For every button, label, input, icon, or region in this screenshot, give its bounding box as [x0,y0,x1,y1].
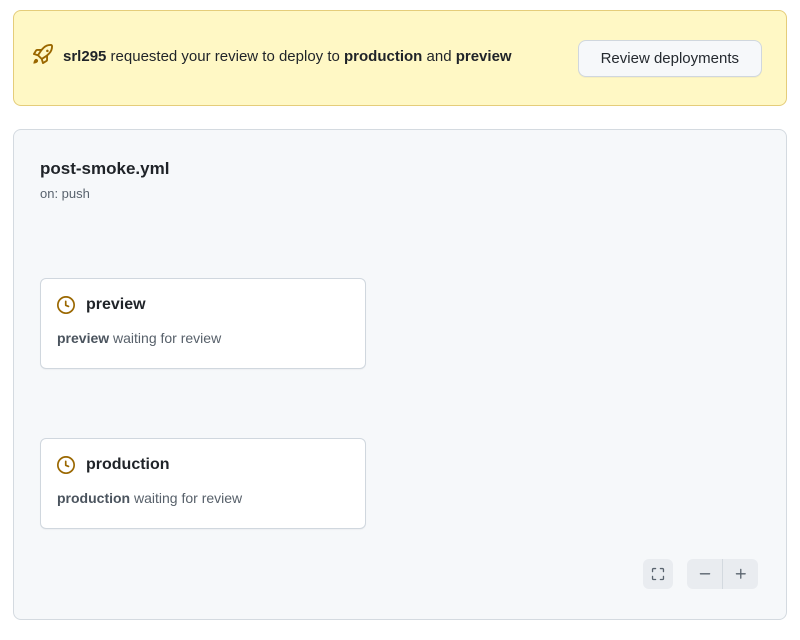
workflow-file-name: post-smoke.yml [40,158,169,180]
clock-icon [57,456,75,474]
job-title-row: production [57,454,349,476]
screen-full-icon [651,567,665,581]
banner-text-mid: requested your review to deploy to [106,48,344,65]
job-status-rest: waiting for review [109,330,221,346]
job-name: production [86,456,170,474]
zoom-button-group [687,559,758,589]
job-card-production[interactable]: production production waiting for review [40,438,366,529]
job-name: preview [86,296,146,314]
workflow-trigger: on: push [40,185,169,203]
env-name-preview: preview [456,48,512,65]
zoom-in-button[interactable] [723,559,758,589]
plus-icon [734,567,748,581]
fit-to-window-button[interactable] [643,559,673,589]
job-status-text: production waiting for review [57,489,349,507]
job-status-env: production [57,490,130,506]
dash-icon [698,567,712,581]
banner-text-and: and [422,48,455,65]
requester-login: srl295 [63,48,106,65]
banner-message: srl295 requested your review to deploy t… [33,44,538,73]
env-name-production: production [344,48,422,65]
deployment-review-banner: srl295 requested your review to deploy t… [13,10,787,106]
review-deployments-button[interactable]: Review deployments [578,40,762,77]
workflow-graph-panel: post-smoke.yml on: push preview preview … [13,129,787,620]
job-status-text: preview waiting for review [57,329,349,347]
job-status-env: preview [57,330,109,346]
job-card-preview[interactable]: preview preview waiting for review [40,278,366,369]
rocket-icon [33,44,53,73]
job-title-row: preview [57,294,349,316]
clock-icon [57,296,75,314]
workflow-header: post-smoke.yml on: push [40,158,169,203]
zoom-out-button[interactable] [687,559,722,589]
job-status-rest: waiting for review [130,490,242,506]
graph-canvas-controls [643,559,758,589]
